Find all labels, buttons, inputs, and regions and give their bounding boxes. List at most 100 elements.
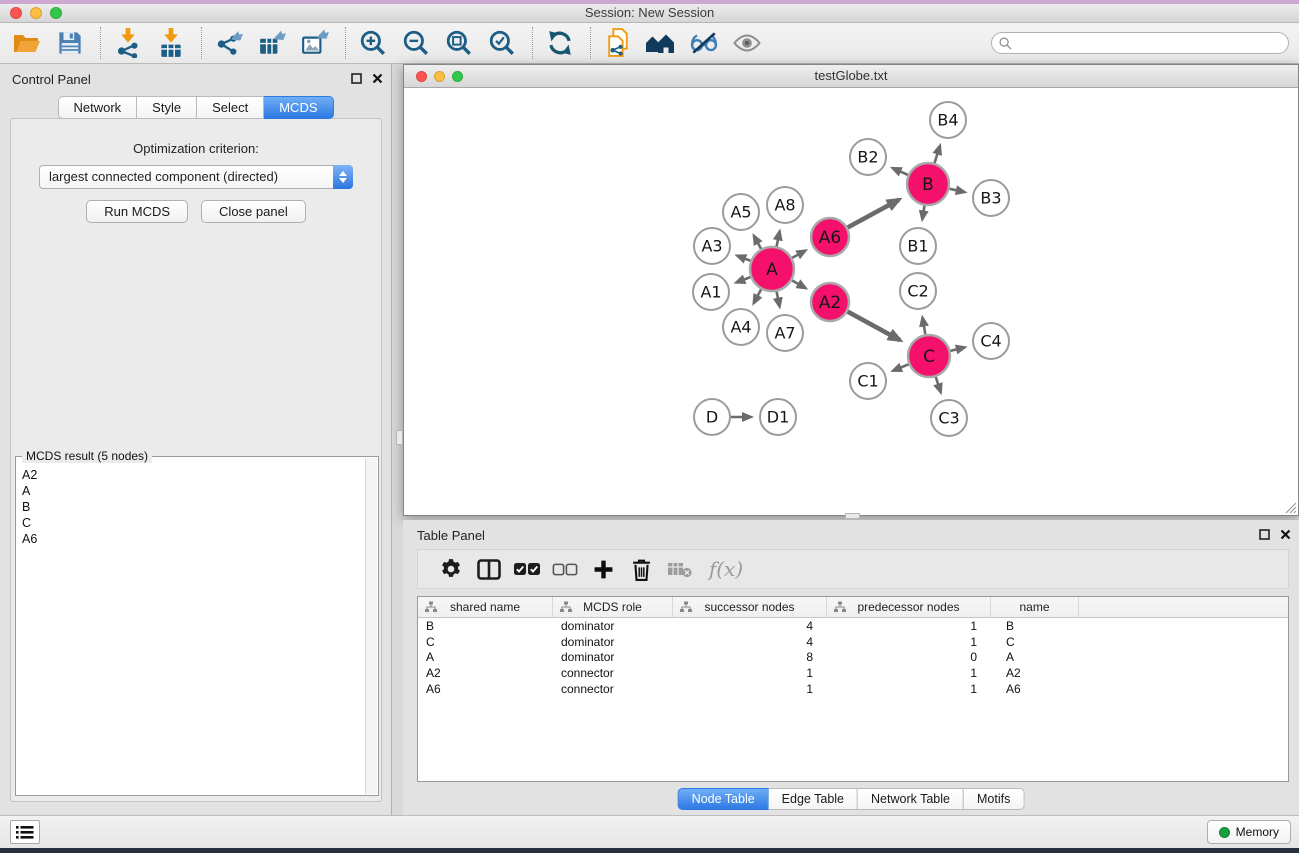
table-row[interactable]: Adominator80A	[418, 650, 1288, 666]
delete-row-icon[interactable]	[622, 554, 660, 584]
table-cell[interactable]: A	[418, 650, 553, 664]
run-mcds-button[interactable]: Run MCDS	[86, 200, 188, 223]
node-A8[interactable]: A8	[767, 187, 803, 223]
table-cell[interactable]: dominator	[553, 650, 673, 664]
node-A4[interactable]: A4	[723, 309, 759, 345]
node-table[interactable]: shared nameMCDS rolesuccessor nodesprede…	[417, 596, 1289, 782]
edge-B-B2[interactable]	[893, 168, 908, 175]
table-cell[interactable]: A2	[991, 666, 1079, 680]
criterion-dropdown[interactable]: largest connected component (directed)	[39, 165, 353, 189]
minimize-window-button[interactable]	[30, 7, 42, 19]
table-cell[interactable]: 4	[673, 635, 827, 649]
table-cell[interactable]: 4	[673, 619, 827, 633]
table-cell[interactable]: dominator	[553, 619, 673, 633]
column-header-MCDS-role[interactable]: MCDS role	[553, 597, 673, 617]
float-panel-icon[interactable]	[351, 73, 362, 84]
column-header-name[interactable]: name	[991, 597, 1079, 617]
table-row[interactable]: Bdominator41B	[418, 618, 1288, 634]
table-cell[interactable]: 1	[827, 635, 991, 649]
node-D1[interactable]: D1	[760, 399, 796, 435]
close-panel-button[interactable]: Close panel	[201, 200, 306, 223]
result-list-item[interactable]: A	[22, 483, 364, 499]
columns-icon[interactable]	[470, 554, 508, 584]
network-window-titlebar[interactable]: testGlobe.txt	[404, 65, 1298, 88]
table-cell[interactable]: C	[991, 635, 1079, 649]
node-A7[interactable]: A7	[767, 315, 803, 351]
edge-C-C4[interactable]	[950, 347, 964, 350]
edge-A2-C[interactable]	[848, 312, 900, 341]
column-header-predecessor-nodes[interactable]: predecessor nodes	[827, 597, 991, 617]
tab-select[interactable]: Select	[197, 96, 264, 119]
zoom-selected-icon[interactable]	[485, 27, 519, 59]
search-box[interactable]	[991, 32, 1289, 54]
edge-A-A7[interactable]	[777, 292, 780, 307]
network-minimize-button[interactable]	[434, 71, 445, 82]
edge-A6-B[interactable]	[848, 200, 899, 228]
edge-B-B1[interactable]	[922, 206, 924, 220]
table-cell[interactable]: C	[418, 635, 553, 649]
close-panel-icon[interactable]	[1280, 529, 1291, 540]
panel-divider-grip[interactable]	[845, 513, 860, 519]
table-cell[interactable]: 8	[673, 650, 827, 664]
table-cell[interactable]: 0	[827, 650, 991, 664]
table-cell[interactable]: connector	[553, 666, 673, 680]
node-C3[interactable]: C3	[931, 400, 967, 436]
import-table-icon[interactable]	[154, 27, 188, 59]
memory-button[interactable]: Memory	[1207, 820, 1291, 844]
resize-grip-icon[interactable]	[1284, 501, 1297, 514]
result-scrollbar[interactable]	[365, 458, 377, 794]
refresh-icon[interactable]	[543, 27, 577, 59]
zoom-out-icon[interactable]	[399, 27, 433, 59]
network-canvas[interactable]: B4B2BB3B1A6A5A8A3AA1A4A7A2C2CC4C1C3DD1	[404, 88, 1298, 515]
deselect-all-checkboxes-icon[interactable]	[546, 554, 584, 584]
duplicate-network-icon[interactable]	[601, 27, 635, 59]
table-cell[interactable]: A6	[418, 682, 553, 696]
eye-icon[interactable]	[730, 27, 764, 59]
node-B3[interactable]: B3	[973, 180, 1009, 216]
table-cell[interactable]: 1	[673, 682, 827, 696]
node-C2[interactable]: C2	[900, 273, 936, 309]
tab-network[interactable]: Network	[57, 96, 137, 119]
zoom-fit-icon[interactable]	[442, 27, 476, 59]
node-B4[interactable]: B4	[930, 102, 966, 138]
hide-visibility-icon[interactable]	[687, 27, 721, 59]
node-B1[interactable]: B1	[900, 228, 936, 264]
table-cell[interactable]: 1	[827, 682, 991, 696]
edge-A-A8[interactable]	[777, 231, 780, 246]
network-close-button[interactable]	[416, 71, 427, 82]
tab-style[interactable]: Style	[137, 96, 197, 119]
edge-C-C3[interactable]	[936, 377, 941, 392]
table-cell[interactable]: A2	[418, 666, 553, 680]
table-row[interactable]: A2connector11A2	[418, 665, 1288, 681]
select-all-checkboxes-icon[interactable]	[508, 554, 546, 584]
panel-divider-grip[interactable]	[396, 430, 403, 445]
node-C[interactable]: C	[908, 335, 950, 377]
float-panel-icon[interactable]	[1259, 529, 1270, 540]
mcds-result-list[interactable]: A2ABCA6	[17, 466, 364, 794]
result-list-item[interactable]: B	[22, 499, 364, 515]
node-B[interactable]: B	[907, 163, 949, 205]
tab-mcds[interactable]: MCDS	[264, 96, 333, 119]
zoom-window-button[interactable]	[50, 7, 62, 19]
table-cell[interactable]: 1	[673, 666, 827, 680]
window-controls[interactable]	[10, 7, 62, 19]
close-panel-icon[interactable]	[372, 73, 383, 84]
save-icon[interactable]	[53, 27, 87, 59]
export-network-icon[interactable]	[212, 27, 246, 59]
edge-B-B3[interactable]	[949, 189, 964, 192]
close-window-button[interactable]	[10, 7, 22, 19]
zoom-in-icon[interactable]	[356, 27, 390, 59]
tab-motifs[interactable]: Motifs	[964, 788, 1024, 810]
node-A6[interactable]: A6	[811, 218, 849, 256]
edge-A-A2[interactable]	[792, 280, 806, 288]
node-C1[interactable]: C1	[850, 363, 886, 399]
show-panels-button[interactable]	[10, 820, 40, 844]
node-A[interactable]: A	[750, 247, 794, 291]
column-header-shared-name[interactable]: shared name	[418, 597, 553, 617]
node-C4[interactable]: C4	[973, 323, 1009, 359]
delete-table-icon[interactable]	[660, 554, 698, 584]
table-cell[interactable]: A6	[991, 682, 1079, 696]
table-cell[interactable]: B	[418, 619, 553, 633]
tab-edge-table[interactable]: Edge Table	[769, 788, 858, 810]
result-list-item[interactable]: A2	[22, 467, 364, 483]
